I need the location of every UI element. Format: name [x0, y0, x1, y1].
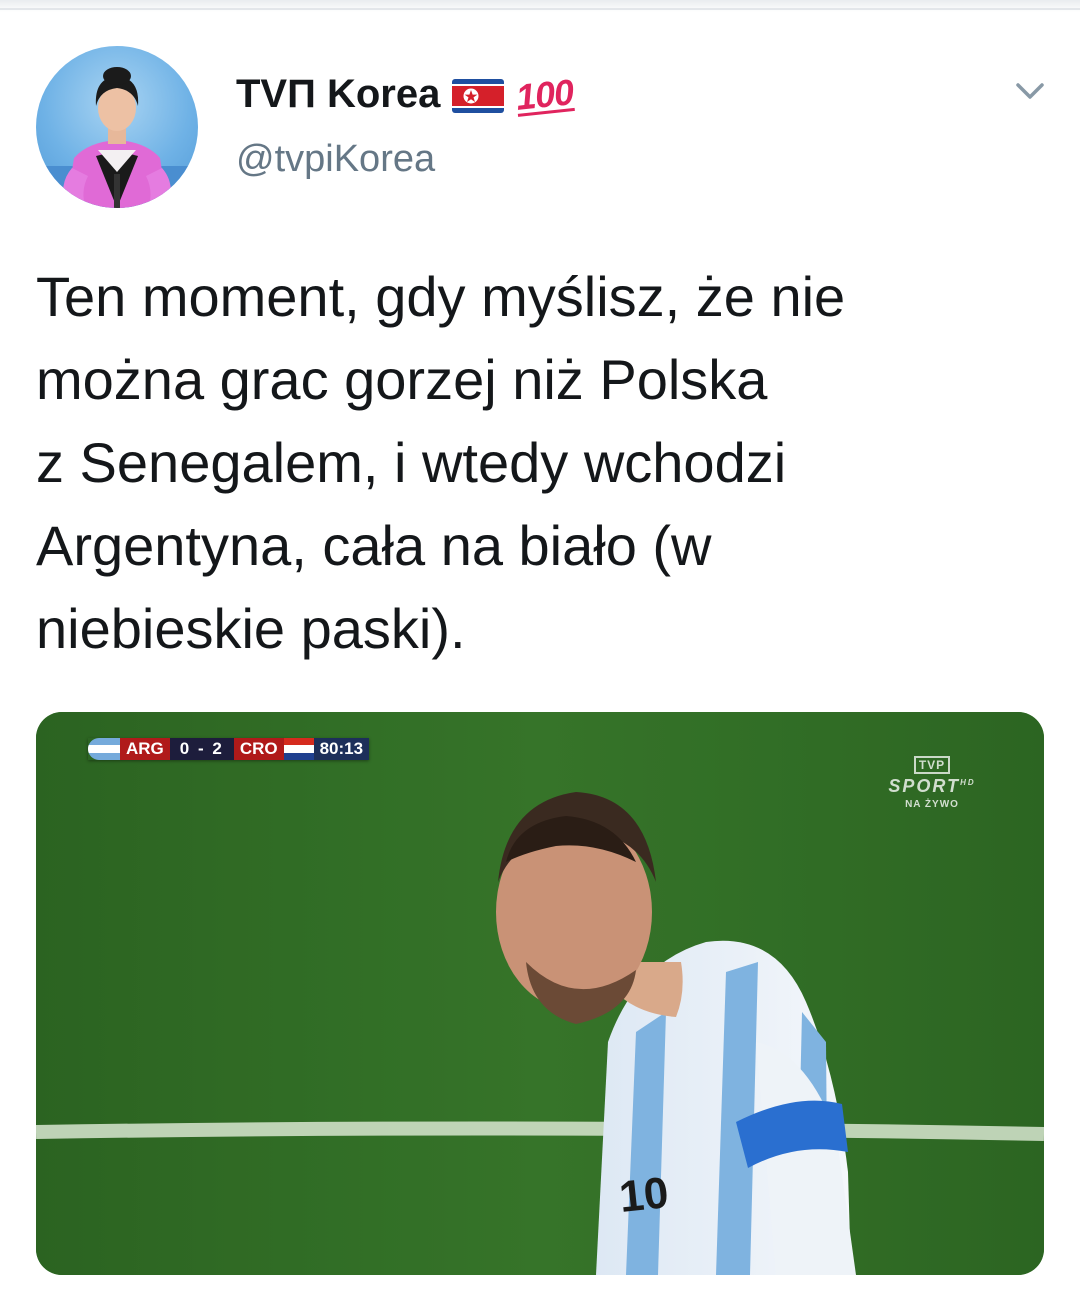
scoreboard: ARG 0 - 2 CRO 80:13: [88, 738, 370, 760]
svg-text:10: 10: [617, 1168, 671, 1222]
avatar[interactable]: [36, 46, 198, 208]
logo-sport: SPORT: [888, 776, 961, 796]
score: 0 - 2: [169, 738, 234, 760]
argentina-flag-icon: [88, 738, 120, 760]
logo-live: NA ŻYWO: [905, 799, 959, 810]
display-name-text: ТVП Korea: [236, 72, 441, 116]
match-clock: 80:13: [313, 738, 370, 760]
tweet-media-image[interactable]: 10 ARG 0 - 2 CRO 80:13 TVP SPORTHD NA ŻY…: [36, 712, 1044, 1275]
chevron-down-icon[interactable]: [1010, 76, 1050, 106]
top-divider: [0, 0, 1080, 12]
avatar-image: [36, 67, 198, 208]
broadcaster-logo: TVP SPORTHD NA ŻYWO: [872, 756, 992, 810]
user-handle[interactable]: @tvpiKorea: [236, 138, 435, 181]
away-team: CRO: [233, 738, 284, 760]
hundred-points-icon: 100: [514, 70, 576, 118]
croatia-flag-icon: [283, 738, 314, 760]
flag-north-korea-icon: [452, 78, 505, 113]
logo-tvp: TVP: [913, 756, 951, 774]
logo-hd: HD: [960, 778, 976, 787]
home-team: ARG: [120, 738, 170, 760]
display-name[interactable]: ТVП Korea 100: [236, 70, 576, 118]
tweet-text: Ten moment, gdy myślisz, że nie można gr…: [36, 265, 846, 660]
